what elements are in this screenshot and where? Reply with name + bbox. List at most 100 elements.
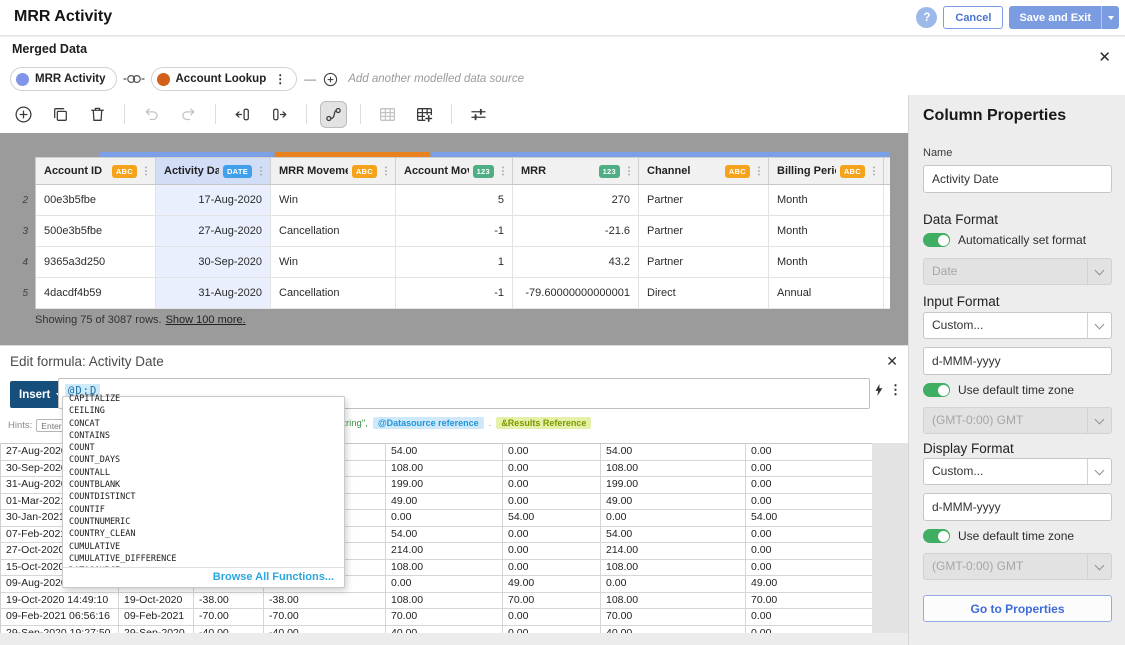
column-menu-icon[interactable]: ⋮ bbox=[624, 166, 634, 177]
settings-icon[interactable] bbox=[465, 101, 492, 128]
show-more-link[interactable]: Show 100 more. bbox=[166, 314, 246, 326]
table-add-icon[interactable] bbox=[411, 101, 438, 128]
grid-cell[interactable]: -21.6 bbox=[513, 216, 639, 246]
column-menu-icon[interactable]: ⋮ bbox=[256, 166, 266, 177]
display-format-pattern-input[interactable]: d-MMM-yyyy bbox=[923, 493, 1112, 521]
go-to-properties-button[interactable]: Go to Properties bbox=[923, 595, 1112, 622]
function-item[interactable]: CUMULATIVE_DIFFERENCE bbox=[69, 553, 344, 565]
column-menu-icon[interactable]: ⋮ bbox=[498, 166, 508, 177]
grid-cell[interactable]: Nu bbox=[884, 278, 890, 308]
source-chip-account-lookup[interactable]: Account Lookup ⋮ bbox=[151, 67, 298, 91]
column-header[interactable]: ChannelABC⋮ bbox=[639, 158, 769, 184]
delete-icon[interactable] bbox=[84, 101, 111, 128]
grid-cell[interactable]: Cancellation bbox=[271, 278, 396, 308]
collapse-right-icon[interactable] bbox=[266, 101, 293, 128]
function-item[interactable]: COUNTALL bbox=[69, 467, 344, 479]
grid-cell[interactable]: -79.60000000000001 bbox=[513, 278, 639, 308]
display-timezone-toggle[interactable] bbox=[923, 529, 950, 543]
help-icon[interactable]: ? bbox=[916, 7, 937, 28]
grid-cell[interactable]: 00e3b5fbe bbox=[36, 185, 156, 215]
grid-cell[interactable]: 17-Aug-2020 bbox=[156, 185, 271, 215]
grid-cell[interactable]: 43.2 bbox=[513, 247, 639, 277]
column-header[interactable]: Pr⋮ bbox=[884, 158, 890, 184]
duplicate-icon[interactable] bbox=[47, 101, 74, 128]
auto-format-toggle[interactable] bbox=[923, 233, 950, 247]
grid-cell[interactable]: Win bbox=[271, 185, 396, 215]
results-scrollbar-track[interactable] bbox=[872, 443, 908, 633]
input-format-pattern-input[interactable]: d-MMM-yyyy bbox=[923, 347, 1112, 375]
display-format-select[interactable]: Custom... bbox=[923, 458, 1112, 485]
grid-cell[interactable]: 270 bbox=[513, 185, 639, 215]
grid-cell[interactable]: 9365a3d250 bbox=[36, 247, 156, 277]
function-item[interactable]: COUNT_DAYS bbox=[69, 454, 344, 466]
join-link-icon[interactable] bbox=[123, 73, 145, 85]
grid-cell[interactable]: 5 bbox=[396, 185, 513, 215]
column-menu-icon[interactable]: ⋮ bbox=[141, 166, 151, 177]
run-formula-icon[interactable] bbox=[873, 383, 885, 402]
input-format-select[interactable]: Custom... bbox=[923, 312, 1112, 339]
column-menu-icon[interactable]: ⋮ bbox=[754, 166, 764, 177]
function-item[interactable]: COUNTRY_CLEAN bbox=[69, 528, 344, 540]
grid-cell[interactable]: -1 bbox=[396, 216, 513, 246]
browse-all-functions-link[interactable]: Browse All Functions... bbox=[63, 567, 344, 587]
function-item[interactable]: COUNTIF bbox=[69, 504, 344, 516]
column-header[interactable]: MRR123⋮ bbox=[513, 158, 639, 184]
reorder-flow-icon[interactable] bbox=[320, 101, 347, 128]
column-header[interactable]: Account IDABC⋮ bbox=[36, 158, 156, 184]
column-header[interactable]: Account Movem...123⋮ bbox=[396, 158, 513, 184]
grid-cell[interactable]: Partner bbox=[639, 185, 769, 215]
input-timezone-toggle[interactable] bbox=[923, 383, 950, 397]
grid-cell[interactable]: Partner bbox=[639, 216, 769, 246]
grid-cell[interactable]: 1 bbox=[396, 247, 513, 277]
grid-cell[interactable]: Nu bbox=[884, 216, 890, 246]
function-item[interactable]: COUNTNUMERIC bbox=[69, 516, 344, 528]
result-cell: -70.00 bbox=[194, 609, 264, 625]
grid-cell[interactable]: Partner bbox=[639, 247, 769, 277]
grid-cell[interactable]: Month bbox=[769, 216, 884, 246]
grid-cell[interactable]: -1 bbox=[396, 278, 513, 308]
auto-format-toggle-row: Automatically set format bbox=[923, 233, 1112, 247]
function-item[interactable]: CEILING bbox=[69, 405, 344, 417]
close-icon[interactable]: ✕ bbox=[1098, 48, 1111, 66]
formula-kebab-icon[interactable]: ⋮ bbox=[889, 382, 902, 398]
grid-cell[interactable]: Nu bbox=[884, 247, 890, 277]
function-item[interactable]: CONCAT bbox=[69, 418, 344, 430]
grid-cell[interactable]: 500e3b5fbe bbox=[36, 216, 156, 246]
grid-cell[interactable]: Month bbox=[769, 185, 884, 215]
function-item[interactable]: COUNTBLANK bbox=[69, 479, 344, 491]
function-item[interactable]: COUNTDISTINCT bbox=[69, 491, 344, 503]
add-icon[interactable] bbox=[10, 101, 37, 128]
grid-cell[interactable]: 4dacdf4b59 bbox=[36, 278, 156, 308]
grid-cell[interactable]: Win bbox=[271, 247, 396, 277]
function-item[interactable]: CUMULATIVE bbox=[69, 541, 344, 553]
name-input[interactable]: Activity Date bbox=[923, 165, 1112, 193]
grid-cell[interactable]: 30-Sep-2020 bbox=[156, 247, 271, 277]
table-row: 00e3b5fbe17-Aug-2020Win5270PartnerMonthS… bbox=[36, 185, 890, 216]
grid-cell[interactable]: Annual bbox=[769, 278, 884, 308]
toolbar bbox=[0, 95, 908, 133]
grid-cell[interactable]: St bbox=[884, 185, 890, 215]
add-source-button[interactable] bbox=[323, 72, 338, 87]
save-dropdown-arrow[interactable] bbox=[1102, 16, 1119, 20]
chip-kebab-icon[interactable]: ⋮ bbox=[274, 72, 286, 86]
grid-cell[interactable]: Cancellation bbox=[271, 216, 396, 246]
collapse-left-icon[interactable] bbox=[229, 101, 256, 128]
function-item[interactable]: CAPITALIZE bbox=[69, 393, 344, 405]
column-menu-icon[interactable]: ⋮ bbox=[381, 166, 391, 177]
column-header[interactable]: Billing PeriodABC⋮ bbox=[769, 158, 884, 184]
grid-cell[interactable]: Direct bbox=[639, 278, 769, 308]
grid-cell[interactable]: 27-Aug-2020 bbox=[156, 216, 271, 246]
function-item[interactable]: CONTAINS bbox=[69, 430, 344, 442]
result-cell: 108.00 bbox=[386, 560, 503, 576]
column-menu-icon[interactable]: ⋮ bbox=[869, 166, 879, 177]
save-and-exit-button[interactable]: Save and Exit bbox=[1009, 6, 1119, 29]
column-header[interactable]: MRR MovementABC⋮ bbox=[271, 158, 396, 184]
grid-cell[interactable]: Month bbox=[769, 247, 884, 277]
app-window: MRR Activity ? Cancel Save and Exit Merg… bbox=[0, 0, 1125, 645]
grid-cell[interactable]: 31-Aug-2020 bbox=[156, 278, 271, 308]
column-header[interactable]: Activity DateDATE⋮ bbox=[156, 158, 271, 184]
source-chip-mrr-activity[interactable]: MRR Activity bbox=[10, 67, 117, 91]
formula-close-icon[interactable]: ✕ bbox=[886, 353, 898, 370]
cancel-button[interactable]: Cancel bbox=[943, 6, 1003, 29]
function-item[interactable]: COUNT bbox=[69, 442, 344, 454]
